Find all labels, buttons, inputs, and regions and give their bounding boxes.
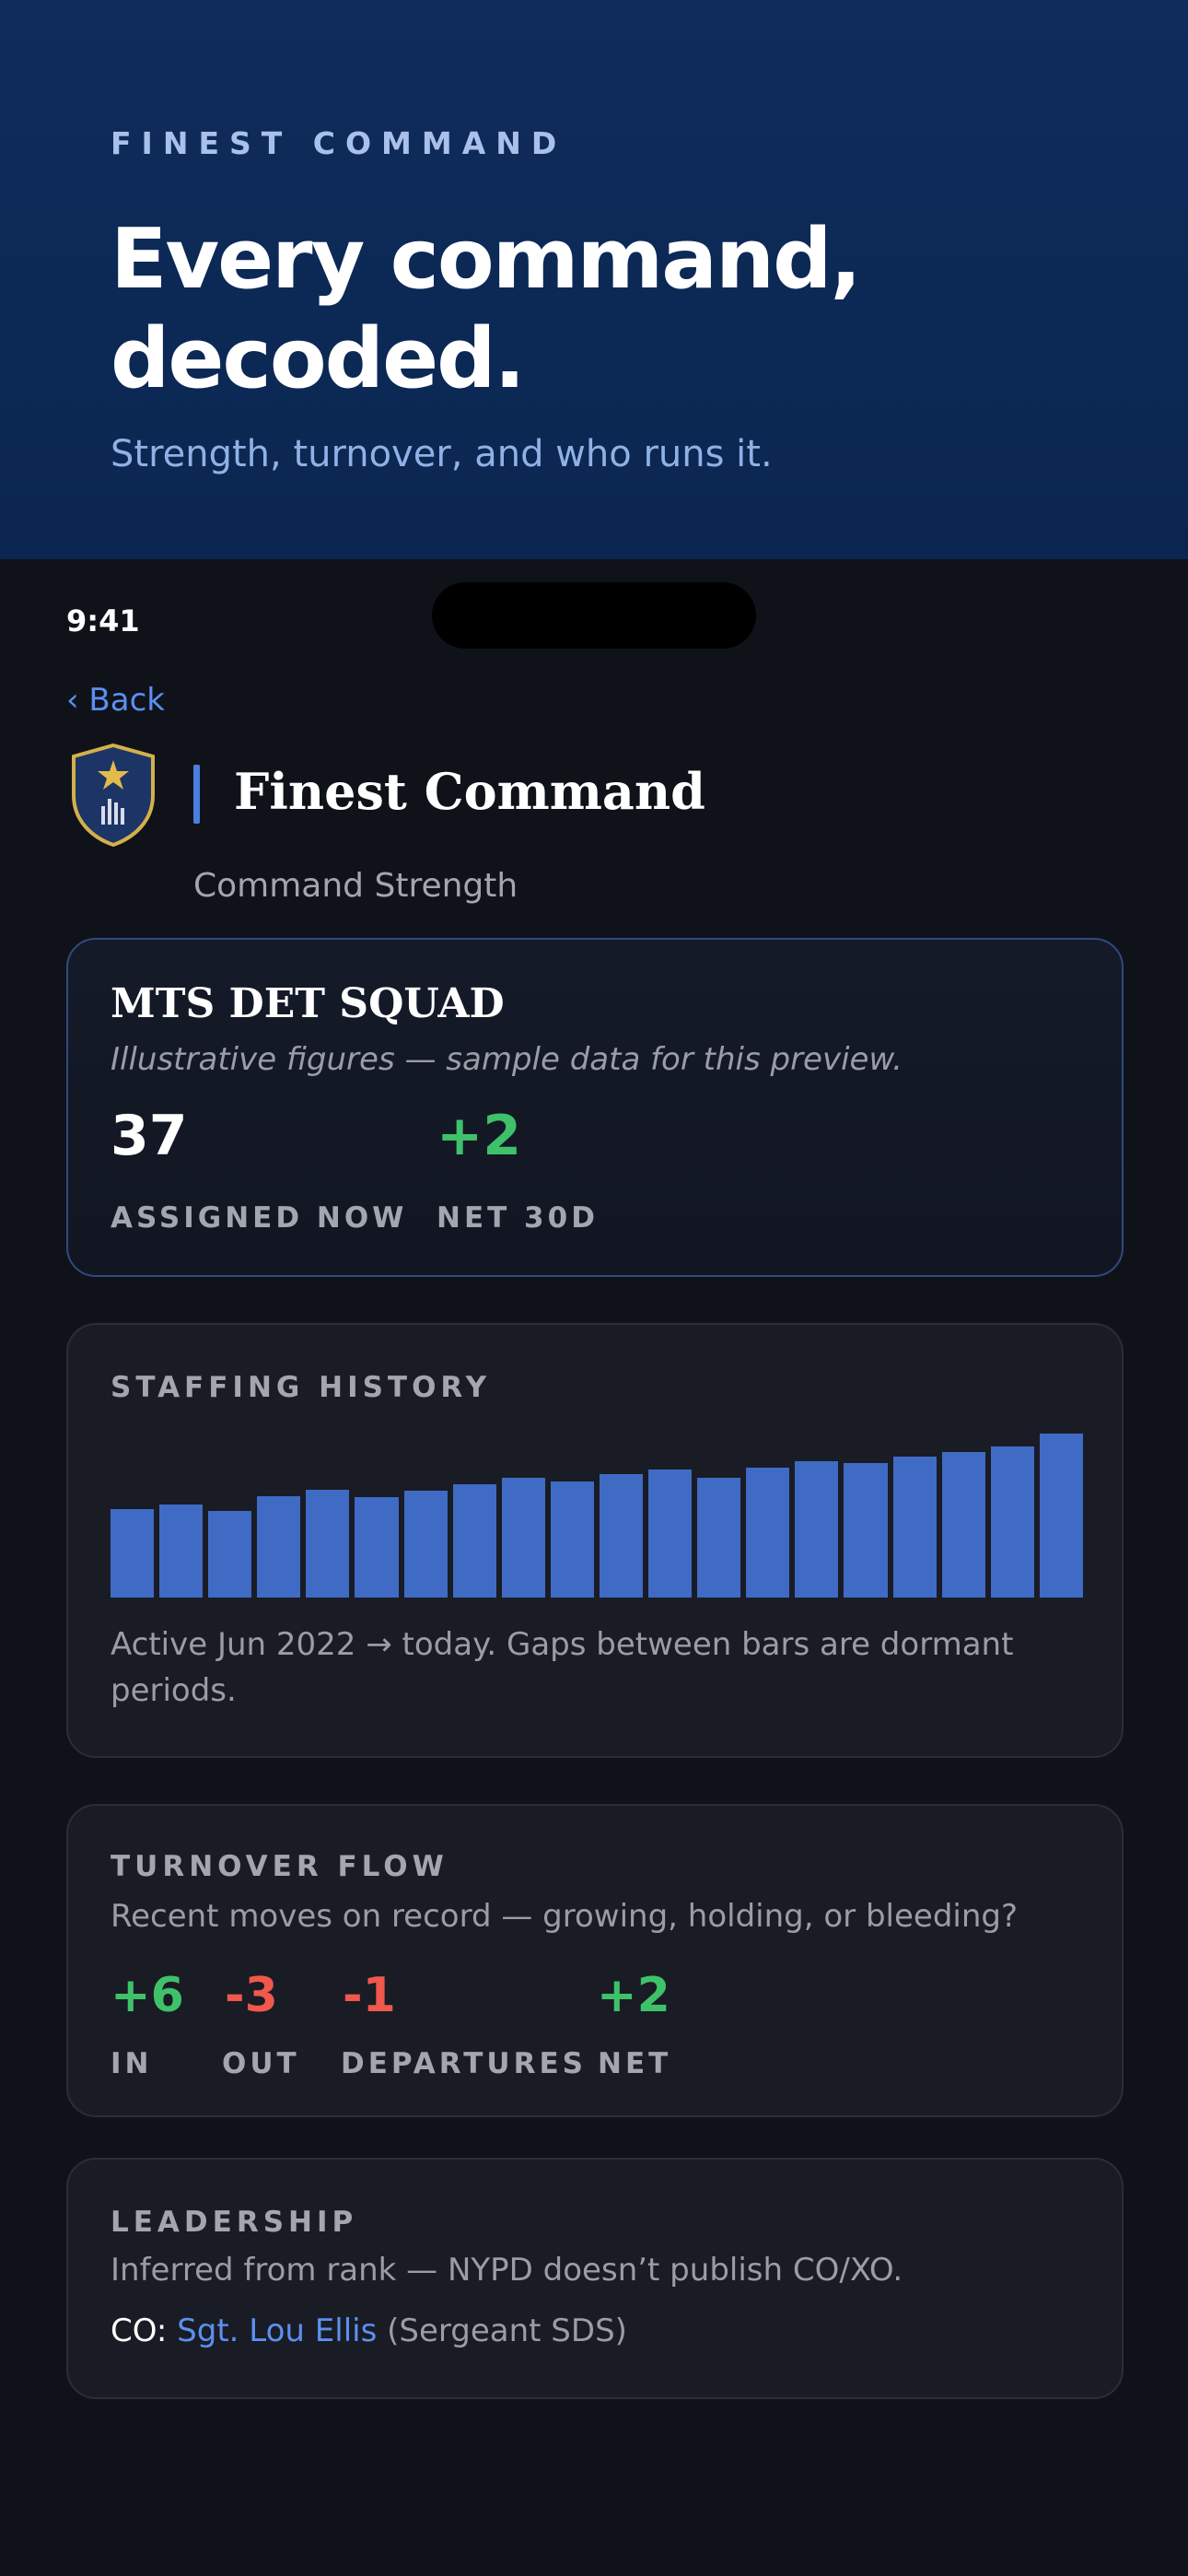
co-prefix: CO:: [111, 2313, 168, 2349]
phone-screen: 9:41 ‹ Back Finest Command Command Stren…: [0, 559, 1188, 2576]
staffing-history-title: STAFFING HISTORY: [111, 1371, 492, 1404]
staffing-bar: [746, 1468, 790, 1598]
hero-title: Every command, decoded.: [111, 211, 862, 407]
turnover-departures-label: DEPARTURES: [341, 2047, 587, 2080]
turnover-flow-description: Recent moves on record — growing, holdin…: [111, 1898, 1019, 1935]
turnover-flow-title: TURNOVER FLOW: [111, 1850, 448, 1883]
staffing-bar: [844, 1463, 888, 1598]
back-button[interactable]: ‹ Back: [66, 682, 165, 719]
assigned-now-label: ASSIGNED NOW: [111, 1201, 408, 1235]
co-rank: (Sergeant SDS): [387, 2313, 627, 2349]
turnover-in-value: +6: [111, 1968, 184, 2023]
staffing-bar: [208, 1511, 252, 1598]
turnover-net-value: +2: [597, 1968, 670, 2023]
staffing-bar: [403, 1491, 448, 1598]
page-title: Finest Command: [234, 762, 705, 821]
staffing-bar: [892, 1457, 937, 1598]
staffing-history-caption: Active Jun 2022 → today. Gaps between ba…: [111, 1626, 1014, 1709]
leadership-card: LEADERSHIP Inferred from rank — NYPD doe…: [66, 2158, 1124, 2399]
staffing-bar: [159, 1505, 204, 1598]
turnover-in-label: IN: [111, 2047, 153, 2080]
staffing-bar: [990, 1446, 1034, 1598]
staffing-bar: [697, 1478, 741, 1598]
turnover-departures-value: -1: [343, 1968, 396, 2023]
dynamic-island: [432, 582, 756, 649]
staffing-bar: [501, 1478, 545, 1598]
assigned-now-value: 37: [111, 1104, 188, 1168]
staffing-bar: [599, 1474, 644, 1598]
leadership-description: Inferred from rank — NYPD doesn’t publis…: [111, 2252, 903, 2289]
squad-name: MTS DET SQUAD: [111, 980, 505, 1027]
net-30d-value: +2: [437, 1104, 522, 1168]
squad-note: Illustrative figures — sample data for t…: [111, 1041, 903, 1078]
staffing-bar: [306, 1490, 350, 1598]
staffing-bar: [257, 1496, 301, 1598]
co-name-link[interactable]: Sgt. Lou Ellis: [177, 2313, 377, 2349]
title-accent-bar: [193, 765, 200, 824]
staffing-bar: [795, 1461, 839, 1598]
leadership-title: LEADERSHIP: [111, 2206, 358, 2239]
staffing-bar: [111, 1509, 155, 1598]
commanding-officer-line: CO: Sgt. Lou Ellis (Sergeant SDS): [111, 2313, 627, 2349]
turnover-out-value: -3: [225, 1968, 278, 2023]
hero-eyebrow: FINEST COMMAND: [111, 125, 567, 161]
shield-logo-icon: [72, 743, 155, 848]
staffing-history-chart: [111, 1434, 1083, 1598]
staffing-bar: [648, 1469, 693, 1598]
page-subtitle: Command Strength: [193, 867, 518, 905]
turnover-net-label: NET: [598, 2047, 672, 2080]
staffing-bar: [452, 1484, 496, 1598]
turnover-out-label: OUT: [222, 2047, 300, 2080]
squad-summary-card: MTS DET SQUAD Illustrative figures — sam…: [66, 938, 1124, 1277]
staffing-bar: [355, 1497, 399, 1598]
staffing-history-card: STAFFING HISTORY Active Jun 2022 → today…: [66, 1323, 1124, 1758]
hero-banner: FINEST COMMAND Every command, decoded. S…: [0, 0, 1188, 559]
status-bar-time: 9:41: [66, 603, 140, 638]
staffing-bar: [941, 1452, 985, 1598]
staffing-bar: [1039, 1434, 1083, 1598]
hero-subtitle: Strength, turnover, and who runs it.: [111, 433, 773, 475]
turnover-flow-card: TURNOVER FLOW Recent moves on record — g…: [66, 1804, 1124, 2117]
staffing-bar: [550, 1481, 594, 1598]
net-30d-label: NET 30D: [437, 1201, 599, 1235]
